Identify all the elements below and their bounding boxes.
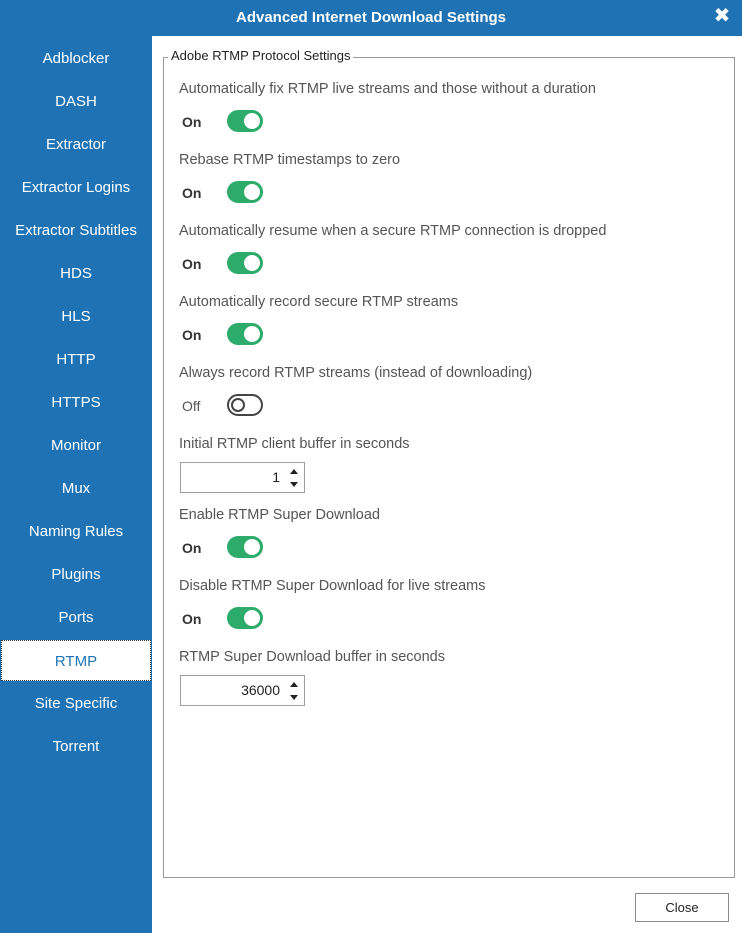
rebase-label: Rebase RTMP timestamps to zero <box>179 152 401 168</box>
toggle-knob <box>231 398 245 412</box>
super-download-state: On <box>182 540 202 556</box>
always-record-state: Off <box>182 398 201 414</box>
sidebar: Adblocker DASH Extractor Extractor Login… <box>0 36 152 933</box>
sidebar-item-extractor[interactable]: Extractor <box>0 124 152 165</box>
toggle-knob <box>244 255 260 271</box>
client-buffer-value[interactable]: 1 <box>272 469 280 485</box>
always-record-toggle[interactable] <box>227 394 263 416</box>
toggle-knob <box>244 610 260 626</box>
always-record-label: Always record RTMP streams (instead of d… <box>179 365 533 381</box>
fix-live-state: On <box>182 114 202 130</box>
resume-label: Automatically resume when a secure RTMP … <box>179 223 607 239</box>
sidebar-item-torrent[interactable]: Torrent <box>0 726 152 767</box>
sidebar-item-plugins[interactable]: Plugins <box>0 554 152 595</box>
resume-state: On <box>182 256 202 272</box>
group-legend: Adobe RTMP Protocol Settings <box>168 48 354 63</box>
sidebar-item-mux[interactable]: Mux <box>0 468 152 509</box>
increment-arrow-icon[interactable] <box>290 682 298 687</box>
toggle-knob <box>244 184 260 200</box>
super-buffer-spinner[interactable]: 36000 <box>180 675 305 706</box>
rebase-toggle[interactable] <box>227 181 263 203</box>
toggle-knob <box>244 539 260 555</box>
toggle-knob <box>244 326 260 342</box>
sidebar-item-site-specific[interactable]: Site Specific <box>0 683 152 724</box>
client-buffer-spinner[interactable]: 1 <box>180 462 305 493</box>
sidebar-item-hds[interactable]: HDS <box>0 253 152 294</box>
increment-arrow-icon[interactable] <box>290 469 298 474</box>
sidebar-item-monitor[interactable]: Monitor <box>0 425 152 466</box>
toggle-knob <box>244 113 260 129</box>
decrement-arrow-icon[interactable] <box>290 482 298 487</box>
super-download-label: Enable RTMP Super Download <box>179 507 380 523</box>
sidebar-item-https[interactable]: HTTPS <box>0 382 152 423</box>
super-buffer-value[interactable]: 36000 <box>241 682 280 698</box>
disable-super-live-label: Disable RTMP Super Download for live str… <box>179 578 486 594</box>
super-buffer-label: RTMP Super Download buffer in seconds <box>179 649 445 665</box>
sidebar-item-extractor-logins[interactable]: Extractor Logins <box>0 167 152 208</box>
sidebar-item-adblocker[interactable]: Adblocker <box>0 38 152 79</box>
record-secure-toggle[interactable] <box>227 323 263 345</box>
close-button[interactable]: Close <box>635 893 729 922</box>
sidebar-item-hls[interactable]: HLS <box>0 296 152 337</box>
fix-live-toggle[interactable] <box>227 110 263 132</box>
sidebar-item-naming-rules[interactable]: Naming Rules <box>0 511 152 552</box>
decrement-arrow-icon[interactable] <box>290 695 298 700</box>
client-buffer-label: Initial RTMP client buffer in seconds <box>179 436 410 452</box>
sidebar-item-http[interactable]: HTTP <box>0 339 152 380</box>
title-bar: Advanced Internet Download Settings ✖ <box>0 0 742 36</box>
record-secure-label: Automatically record secure RTMP streams <box>179 294 459 310</box>
record-secure-state: On <box>182 327 202 343</box>
sidebar-item-dash[interactable]: DASH <box>0 81 152 122</box>
super-download-toggle[interactable] <box>227 536 263 558</box>
sidebar-item-rtmp[interactable]: RTMP <box>1 640 151 681</box>
resume-toggle[interactable] <box>227 252 263 274</box>
sidebar-item-extractor-subtitles[interactable]: Extractor Subtitles <box>0 210 152 251</box>
window-title: Advanced Internet Download Settings <box>235 9 507 26</box>
rebase-state: On <box>182 185 202 201</box>
fix-live-label: Automatically fix RTMP live streams and … <box>179 81 596 97</box>
disable-super-live-state: On <box>182 611 202 627</box>
disable-super-live-toggle[interactable] <box>227 607 263 629</box>
close-icon[interactable]: ✖ <box>710 5 734 29</box>
sidebar-item-ports[interactable]: Ports <box>0 597 152 638</box>
